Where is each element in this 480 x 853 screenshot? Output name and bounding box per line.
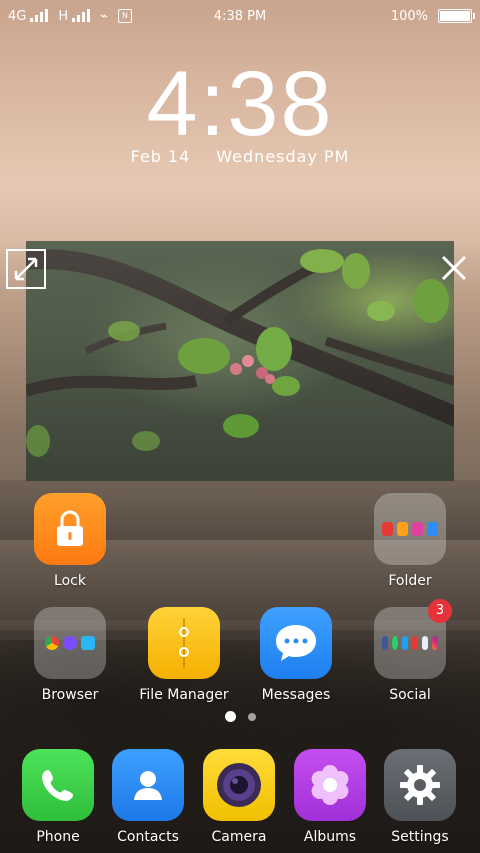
day-label: Wednesday PM — [216, 147, 350, 166]
browser-folder-icon — [34, 607, 106, 679]
app-label: Social — [389, 687, 431, 703]
app-label: Camera — [211, 829, 267, 845]
app-messages[interactable]: Messages — [250, 607, 342, 703]
page-indicator[interactable] — [0, 711, 480, 722]
usb-icon: ⌁ — [100, 8, 108, 24]
nfc-icon: N — [117, 9, 132, 23]
app-label: Albums — [303, 829, 357, 845]
app-label: Messages — [261, 687, 331, 703]
lock-icon — [34, 493, 106, 565]
app-label: Phone — [36, 829, 80, 845]
dock-camera[interactable]: Camera — [193, 749, 285, 845]
app-file-manager[interactable]: File Manager — [138, 607, 230, 703]
app-label: Settings — [391, 829, 449, 845]
clock-date[interactable]: Feb 14 Wednesday PM — [0, 147, 480, 166]
file-manager-icon — [148, 607, 220, 679]
dock-phone[interactable]: Phone — [12, 749, 104, 845]
battery-percent: 100% — [390, 8, 428, 24]
dock-contacts[interactable]: Contacts — [102, 749, 194, 845]
dock-albums[interactable]: Albums — [284, 749, 376, 845]
camera-icon — [203, 749, 275, 821]
expand-icon — [14, 257, 38, 281]
page-dot-1[interactable] — [224, 711, 236, 722]
network-type-1: 4G — [8, 8, 27, 24]
status-bar: 4G H ⌁ N 4:38 PM 100% — [0, 0, 480, 32]
app-label: Lock — [54, 573, 86, 589]
app-folder[interactable]: Folder — [364, 493, 456, 589]
photo-widget[interactable] — [26, 241, 454, 481]
battery-icon — [438, 9, 475, 23]
signal-icon — [30, 9, 49, 22]
close-button[interactable] — [436, 250, 472, 286]
signal-icon-2 — [72, 9, 91, 22]
date-label: Feb 14 — [130, 147, 191, 166]
photo-image — [26, 249, 454, 457]
app-label: Folder — [388, 573, 432, 589]
close-icon — [441, 255, 467, 281]
messages-icon — [260, 607, 332, 679]
network-type-2: H — [58, 8, 69, 24]
page-dot-2[interactable] — [247, 712, 256, 721]
notification-badge: 3 — [428, 599, 452, 623]
app-label: File Manager — [139, 687, 229, 703]
app-lock[interactable]: Lock — [24, 493, 116, 589]
expand-button[interactable] — [6, 249, 46, 289]
clock-time[interactable]: 4:38 — [0, 52, 480, 157]
albums-icon — [294, 749, 366, 821]
app-browser[interactable]: Browser — [24, 607, 116, 703]
contacts-icon — [112, 749, 184, 821]
app-label: Browser — [41, 687, 99, 703]
app-social[interactable]: 3 Social — [364, 599, 456, 703]
app-label: Contacts — [117, 829, 179, 845]
phone-icon — [22, 749, 94, 821]
dock-settings[interactable]: Settings — [374, 749, 466, 845]
folder-icon — [374, 493, 446, 565]
gear-icon — [384, 749, 456, 821]
